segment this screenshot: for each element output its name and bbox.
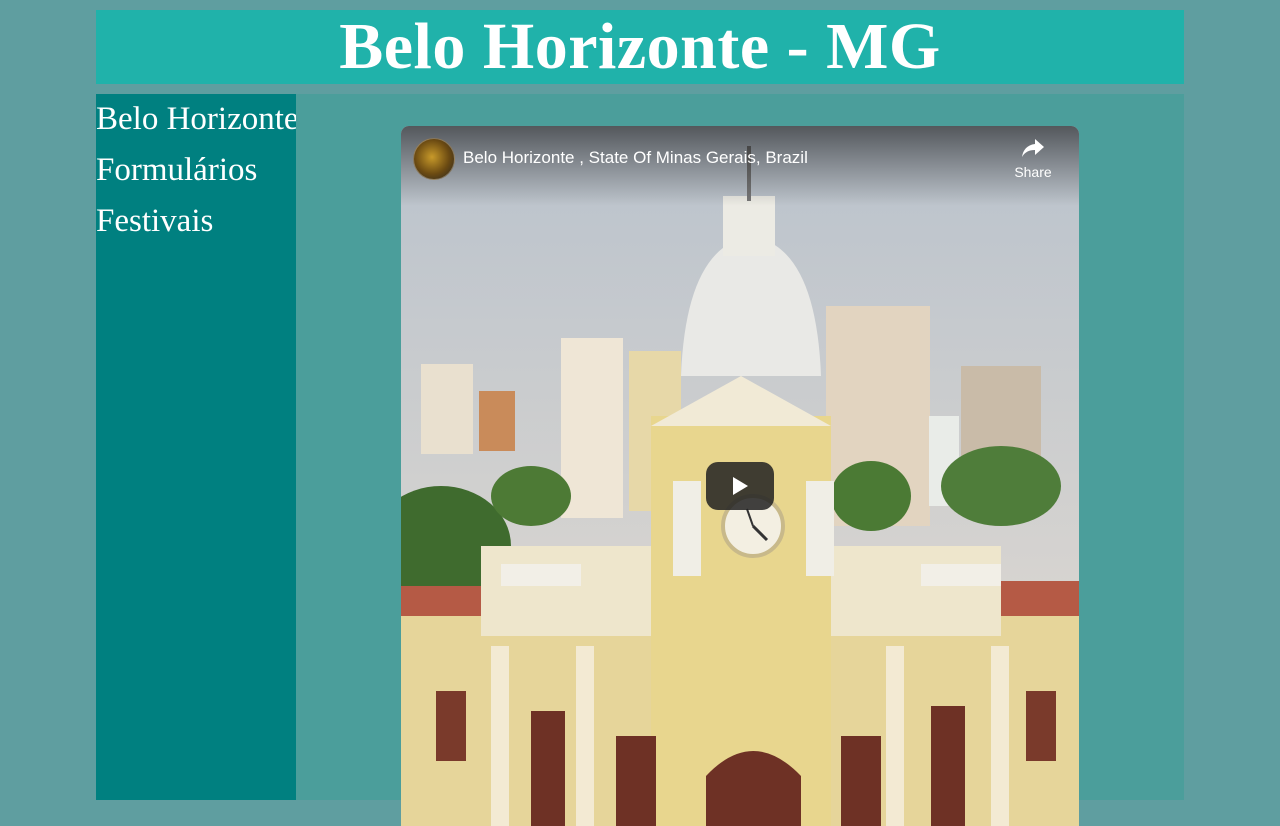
youtube-video-embed[interactable]: Belo Horizonte , State Of Minas Gerais, …: [401, 126, 1079, 826]
sidebar-link-formularios[interactable]: Formulários: [96, 145, 296, 196]
channel-avatar[interactable]: [413, 138, 455, 180]
share-arrow-icon: [1022, 139, 1044, 157]
share-label: Share: [1014, 164, 1052, 180]
share-button[interactable]: Share: [1011, 138, 1055, 180]
page-title: Belo Horizonte - MG: [339, 10, 941, 83]
main-content: Belo Horizonte , State Of Minas Gerais, …: [296, 94, 1184, 826]
sidebar-link-festivais[interactable]: Festivais: [96, 196, 296, 247]
play-button[interactable]: [706, 462, 774, 510]
page-header: Belo Horizonte - MG: [96, 10, 1184, 84]
play-icon: [733, 477, 748, 495]
sidebar-link-belo-horizonte[interactable]: Belo Horizonte: [96, 94, 299, 145]
video-title[interactable]: Belo Horizonte , State Of Minas Gerais, …: [463, 148, 808, 168]
sidebar-nav: Belo Horizonte Formulários Festivais: [96, 94, 299, 800]
